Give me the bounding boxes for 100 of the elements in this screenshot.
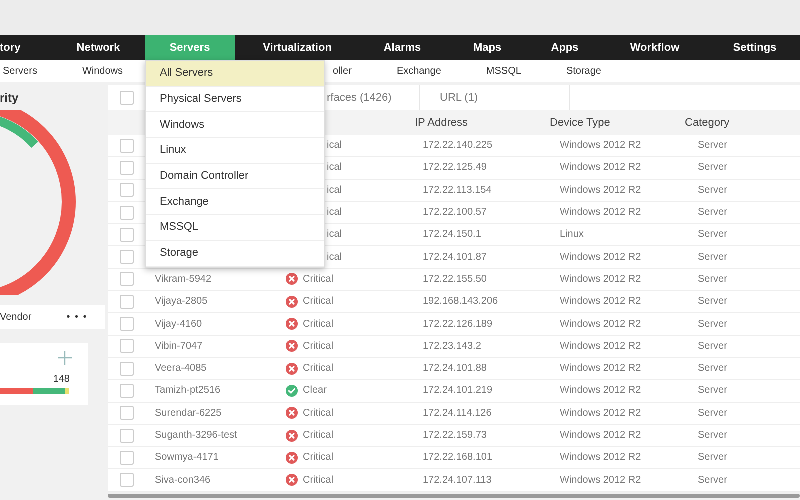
table-cell-text: Surendar-6225	[154, 408, 223, 419]
row-checkbox[interactable]	[120, 138, 134, 153]
table-cell-text: 172.23.143.2	[422, 340, 482, 352]
row-checkbox[interactable]	[120, 160, 134, 175]
table-cell-text: Windows 2012 R2	[559, 318, 642, 330]
table-cell-text: 172.22.126.189	[422, 318, 494, 330]
table-cell-text: Windows 2012 R2	[559, 162, 642, 174]
column-header[interactable]: Category	[685, 116, 800, 128]
row-checkbox[interactable]	[120, 384, 134, 398]
table-cell: Critical	[303, 274, 334, 285]
row-checkbox[interactable]	[120, 362, 134, 376]
table-cell-text: Windows 2012 R2	[559, 274, 642, 285]
table-cell: Critical	[303, 452, 334, 464]
row-checkbox[interactable]	[120, 450, 134, 465]
row-checkbox[interactable]	[120, 272, 134, 286]
table-cell-text: Tamizh-pt2516	[154, 385, 222, 396]
plus-icon[interactable]	[57, 350, 73, 366]
table-cell-text: Windows 2012 R2	[559, 207, 642, 218]
table-cell-text: 192.168.143.206	[422, 296, 500, 308]
row-checkbox[interactable]	[120, 473, 134, 488]
nav-tab[interactable]: Network	[52, 35, 145, 60]
table-cell-text: Server	[697, 140, 728, 152]
nav-tab[interactable]: Alarms	[360, 35, 445, 60]
scrollbar[interactable]	[108, 494, 800, 498]
subnav-link[interactable]: Storage	[566, 66, 602, 76]
table-cell-text: 172.24.150.1	[422, 229, 482, 240]
table-cell-text: Server	[697, 207, 728, 218]
table-cell-text: 172.24.107.113	[422, 474, 493, 486]
table-cell-text: Windows 2012 R2	[559, 408, 642, 419]
table-cell-text: Server	[697, 252, 728, 263]
subnav-link[interactable]: oller	[333, 66, 352, 76]
row-checkbox[interactable]	[120, 206, 134, 220]
table-cell-text: Vikram-5942	[154, 274, 213, 285]
table-cell: Clear	[303, 385, 327, 396]
table-cell-text: Vijay-4160	[154, 318, 204, 330]
table-cell: Critical	[303, 363, 334, 374]
menu-item[interactable]: Exchange	[146, 189, 324, 216]
row-checkbox[interactable]	[120, 250, 134, 264]
table-cell-text: 172.22.113.154	[422, 184, 493, 196]
table-cell: ical	[327, 229, 342, 240]
table-cell-text: 172.22.168.101	[422, 452, 494, 464]
table-cell-text: Veera-4085	[154, 363, 208, 374]
column-header[interactable]: IP Address	[415, 116, 550, 128]
menu-item[interactable]: Storage	[146, 240, 324, 266]
subnav-link[interactable]: Servers	[3, 66, 38, 76]
nav-tab[interactable]: Virtualization	[235, 35, 360, 60]
nav-tab[interactable]: Settings	[710, 35, 800, 60]
row-checkbox[interactable]	[120, 428, 134, 442]
table-cell-text: Windows 2012 R2	[559, 252, 642, 263]
table-cell: ical	[327, 207, 342, 218]
panel-tab[interactable]: Vendor	[0, 312, 42, 322]
table-cell-text: Server	[697, 318, 728, 330]
subnav-link[interactable]: Windows	[82, 66, 124, 76]
table-cell-text: 172.22.140.225	[422, 140, 494, 152]
subnav-link[interactable]: MSSQL	[486, 66, 522, 76]
menu-item[interactable]: Physical Servers	[146, 86, 324, 112]
table-cell-text: Server	[697, 363, 728, 374]
column-header[interactable]: Device Type	[550, 116, 685, 128]
table-cell-text: Suganth-3296-test	[154, 430, 238, 441]
table-cell-text: Server	[697, 452, 728, 464]
table-cell-text: Server	[697, 162, 728, 174]
nav-tab[interactable]: tory	[0, 35, 52, 60]
table-cell-text: Vibin-7047	[154, 340, 204, 352]
nav-tab[interactable]: Maps	[445, 35, 530, 60]
table-cell-text: Server	[697, 229, 728, 240]
table-cell-text: Windows 2012 R2	[559, 452, 642, 464]
row-checkbox[interactable]	[120, 183, 134, 198]
row-checkbox[interactable]	[120, 228, 134, 242]
row-checkbox[interactable]	[120, 294, 134, 309]
table-cell-text: 172.24.114.126	[422, 408, 493, 419]
row-checkbox[interactable]	[120, 317, 134, 332]
table-cell-text: 172.24.101.219	[422, 385, 494, 396]
table-cell: Critical	[303, 340, 334, 352]
stacked-bar-drawing	[0, 388, 70, 394]
table-cell: ical	[327, 162, 342, 174]
nav-tab[interactable]: Apps	[530, 35, 600, 60]
menu-item[interactable]: All Servers	[146, 61, 324, 87]
menu-item[interactable]: Linux	[146, 138, 324, 164]
table-cell-text: 172.22.125.49	[422, 162, 488, 174]
panel-title: rity	[0, 90, 20, 107]
table-cell-text: Windows 2012 R2	[559, 296, 642, 308]
subnav-link[interactable]: Exchange	[396, 66, 442, 76]
table-cell: Critical	[303, 318, 334, 330]
nav-tab[interactable]: Workflow	[600, 35, 710, 60]
table-cell: Critical	[303, 408, 334, 419]
menu-item[interactable]: Domain Controller	[146, 164, 324, 190]
table-cell-text: Siva-con346	[154, 474, 212, 486]
table-cell-text: Server	[697, 430, 728, 441]
more-tab[interactable]: • • •	[66, 312, 98, 322]
menu-item[interactable]: Windows	[146, 112, 324, 138]
row-checkbox[interactable]	[120, 339, 134, 354]
row-checkbox[interactable]	[120, 406, 134, 420]
table-cell-text: Server	[697, 408, 728, 419]
menu-item[interactable]: MSSQL	[146, 215, 324, 241]
table-cell-text: Windows 2012 R2	[559, 385, 642, 396]
count-value: 148	[53, 374, 70, 385]
select-all-checkbox[interactable]	[120, 90, 134, 104]
table-cell-text: 172.22.155.50	[422, 274, 488, 285]
table-cell-text: Windows 2012 R2	[559, 140, 642, 152]
table-cell-text: Windows 2012 R2	[559, 340, 642, 352]
